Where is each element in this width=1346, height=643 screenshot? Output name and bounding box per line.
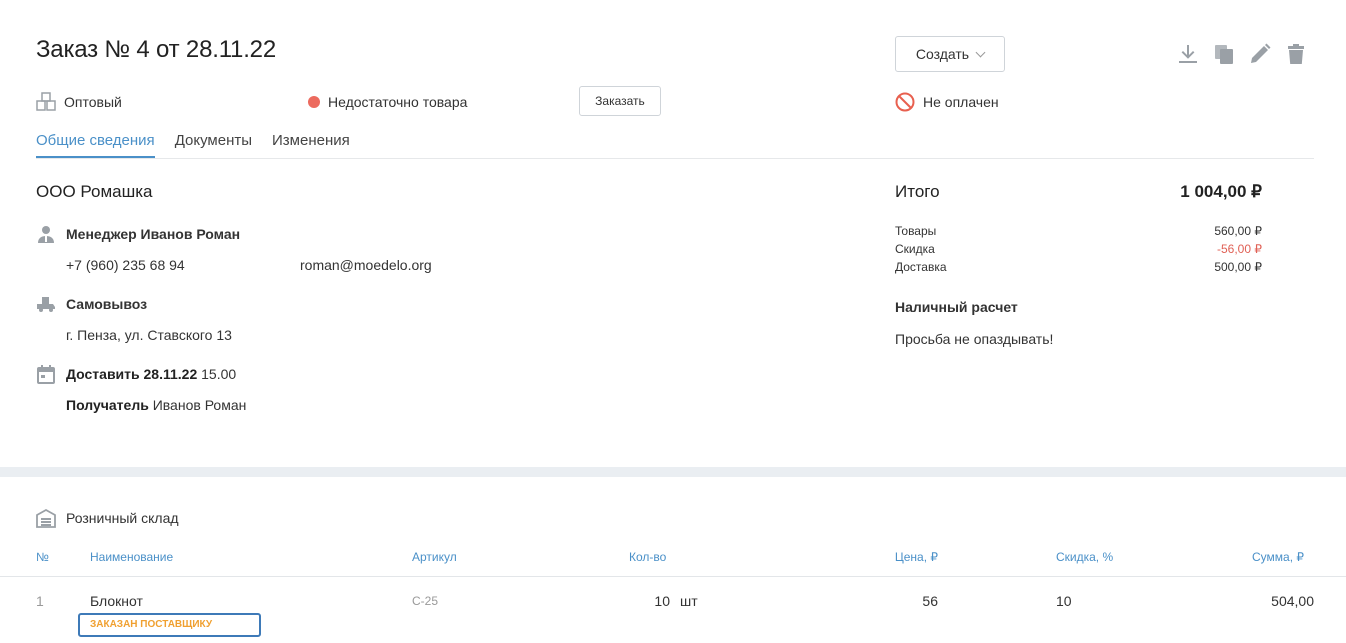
recipient-name: Иванов Роман bbox=[152, 397, 247, 413]
summary-total: 1 004,00 ₽ bbox=[1180, 182, 1262, 201]
recipient: Получатель Иванов Роман bbox=[66, 397, 246, 413]
tab-changes[interactable]: Изменения bbox=[272, 132, 350, 158]
manager-phone: +7 (960) 235 68 94 bbox=[66, 257, 185, 273]
delivery-method: Самовывоз bbox=[66, 296, 148, 312]
tab-general[interactable]: Общие сведения bbox=[36, 132, 155, 158]
item-quantity[interactable]: 10 bbox=[620, 593, 670, 609]
not-paid-icon bbox=[895, 92, 915, 112]
tab-documents[interactable]: Документы bbox=[175, 132, 252, 158]
table-header-divider bbox=[0, 576, 1346, 577]
order-button[interactable]: Заказать bbox=[579, 86, 661, 116]
payment-status-label: Не оплачен bbox=[923, 94, 999, 110]
company-name: ООО Ромашка bbox=[36, 182, 153, 201]
calendar-icon bbox=[36, 364, 56, 384]
summary-row: Доставка 500,00 ₽ bbox=[895, 260, 1262, 274]
column-header-article[interactable]: Артикул bbox=[412, 550, 457, 564]
column-header-quantity[interactable]: Кол-во bbox=[629, 550, 666, 564]
section-divider bbox=[0, 467, 1346, 477]
stock-status-label: Недостаточно товара bbox=[328, 94, 468, 110]
warehouse-name: Розничный склад bbox=[66, 510, 179, 526]
item-sum: 504,00 bbox=[1271, 593, 1314, 609]
summary-row-value: 500,00 ₽ bbox=[1214, 260, 1262, 274]
order-comment: Просьба не опаздывать! bbox=[895, 331, 1054, 347]
item-article: С-25 bbox=[412, 594, 439, 608]
item-unit: шт bbox=[680, 593, 698, 609]
delete-icon[interactable] bbox=[1284, 42, 1308, 66]
summary-row-label: Скидка bbox=[895, 242, 935, 256]
item-name[interactable]: Блокнот bbox=[90, 593, 143, 609]
stock-status: Недостаточно товара bbox=[308, 92, 467, 112]
tabs-divider bbox=[36, 158, 1314, 159]
summary-row: Товары 560,00 ₽ bbox=[895, 224, 1262, 238]
order-type: Оптовый bbox=[36, 92, 122, 112]
delivery-time: 15.00 bbox=[201, 366, 237, 382]
payment-status: Не оплачен bbox=[895, 92, 999, 112]
delivery-date: Доставить 28.11.22 bbox=[66, 366, 198, 382]
summary-row-value: 560,00 ₽ bbox=[1214, 224, 1262, 238]
order-type-label: Оптовый bbox=[64, 94, 122, 110]
download-icon[interactable] bbox=[1176, 42, 1200, 66]
copy-icon[interactable] bbox=[1212, 42, 1236, 66]
supplier-order-badge[interactable]: ЗАКАЗАН ПОСТАВЩИКУ bbox=[78, 613, 261, 637]
manager-icon bbox=[36, 224, 56, 244]
summary-row-label: Товары bbox=[895, 224, 937, 238]
status-dot-icon bbox=[308, 96, 320, 108]
create-dropdown-button[interactable]: Создать bbox=[895, 36, 1005, 72]
manager-email: roman@moedelo.org bbox=[300, 257, 432, 273]
warehouse-icon bbox=[36, 508, 56, 528]
column-header-price[interactable]: Цена, ₽ bbox=[838, 550, 938, 564]
tabs-bar: Общие сведения Документы Изменения bbox=[36, 132, 350, 158]
item-price[interactable]: 56 bbox=[838, 593, 938, 609]
delivery-address: г. Пенза, ул. Ставского 13 bbox=[66, 327, 232, 343]
page-title: Заказ № 4 от 28.11.22 bbox=[36, 36, 276, 63]
manager-name: Менеджер Иванов Роман bbox=[66, 226, 241, 242]
edit-icon[interactable] bbox=[1248, 42, 1272, 66]
delivery-truck-icon bbox=[36, 294, 56, 314]
row-number: 1 bbox=[36, 593, 44, 609]
payment-method: Наличный расчет bbox=[895, 299, 1018, 315]
summary-row: Скидка -56,00 ₽ bbox=[895, 242, 1262, 256]
create-button-label: Создать bbox=[915, 46, 970, 62]
column-header-discount[interactable]: Скидка, % bbox=[1056, 550, 1113, 564]
column-header-number[interactable]: № bbox=[36, 550, 49, 564]
delivery-datetime: Доставить 28.11.22 15.00 bbox=[66, 366, 236, 382]
chevron-down-icon bbox=[975, 47, 986, 57]
summary-row-value: -56,00 ₽ bbox=[1217, 242, 1262, 256]
column-header-sum[interactable]: Сумма, ₽ bbox=[1204, 550, 1304, 564]
boxes-icon bbox=[36, 92, 56, 112]
recipient-label: Получатель bbox=[66, 397, 149, 413]
summary-row-label: Доставка bbox=[895, 260, 947, 274]
item-discount[interactable]: 10 bbox=[1056, 593, 1072, 609]
column-header-name[interactable]: Наименование bbox=[90, 550, 173, 564]
summary-title: Итого bbox=[895, 182, 940, 201]
